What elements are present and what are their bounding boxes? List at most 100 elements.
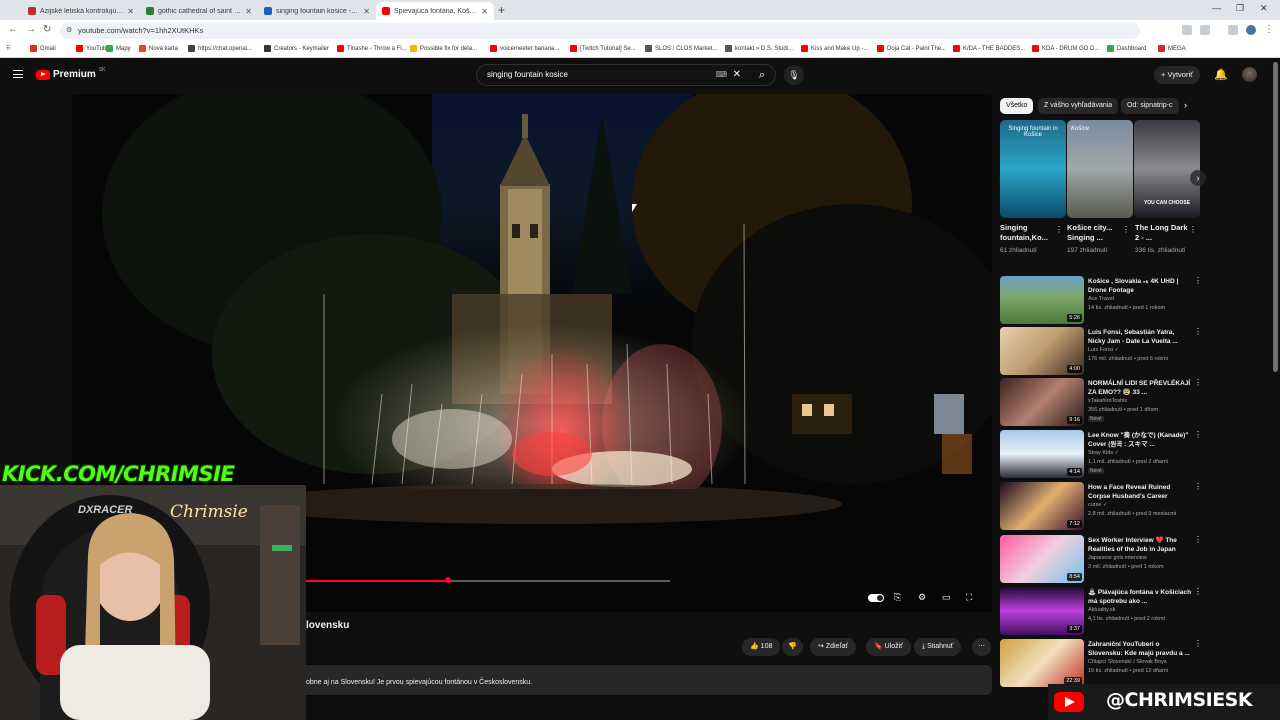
video-menu-icon[interactable]: ⋮ bbox=[1194, 482, 1202, 491]
channel-name[interactable]: Ace Travel bbox=[1088, 296, 1192, 302]
forward-icon[interactable]: → bbox=[26, 24, 36, 35]
subtitles-icon[interactable]: ⎘ bbox=[894, 592, 901, 603]
tab-close-icon[interactable]: ✕ bbox=[363, 7, 370, 16]
create-button[interactable]: + Vytvoriť bbox=[1154, 66, 1200, 84]
maximize-icon[interactable]: ❐ bbox=[1236, 3, 1244, 14]
recommended-video[interactable]: 8:54 Sex Worker Interview ❤️ The Realitie… bbox=[1000, 535, 1202, 583]
fullscreen-icon[interactable]: ⛶ bbox=[966, 592, 972, 603]
bookmark-item[interactable]: K/DA - THE BADDES... bbox=[953, 45, 1025, 52]
channel-name[interactable]: curse ✓ bbox=[1088, 502, 1192, 508]
autoplay-toggle[interactable] bbox=[868, 594, 884, 602]
bookmark-item[interactable]: YouTube bbox=[76, 45, 110, 52]
video-title[interactable]: Lee Know "奏 (かなで) (Kanade)" Cover (원곡 : … bbox=[1088, 431, 1192, 449]
channel-name[interactable]: Aktuality.sk bbox=[1088, 607, 1192, 613]
channel-name[interactable]: Stray Kids ✓ bbox=[1088, 450, 1192, 456]
bookmark-item[interactable]: MEGA bbox=[1158, 45, 1186, 52]
video-menu-icon[interactable]: ⋮ bbox=[1194, 587, 1202, 596]
extension-icon[interactable] bbox=[1182, 25, 1192, 35]
short-menu-icon[interactable]: ⋮ bbox=[1122, 225, 1130, 234]
page-scrollbar[interactable] bbox=[1273, 62, 1278, 372]
chip-from-channel[interactable]: Od: sipnatrip-c bbox=[1121, 98, 1179, 114]
bookmark-item[interactable]: SLOS / CLOS Market... bbox=[645, 45, 717, 52]
extension-icon[interactable] bbox=[1200, 25, 1210, 35]
minimize-icon[interactable]: — bbox=[1212, 3, 1221, 13]
short-title[interactable]: Singing fountain,Ko... bbox=[1000, 223, 1056, 243]
bookmark-item[interactable]: https://chat.openai... bbox=[188, 45, 252, 52]
short-title[interactable]: The Long Dark 2 - ... bbox=[1135, 223, 1191, 243]
video-title[interactable]: Sex Worker Interview ❤️ The Realities of… bbox=[1088, 536, 1192, 554]
progress-bar[interactable] bbox=[306, 577, 670, 583]
video-thumbnail[interactable]: 7:12 bbox=[1000, 482, 1084, 530]
browser-tab-active[interactable]: Spievajúca fontána, Košice - no ✕ bbox=[376, 2, 494, 20]
channel-name[interactable]: xTakahiroToshix bbox=[1088, 398, 1192, 404]
short-thumbnail[interactable]: YOU CAN CHOOSE bbox=[1134, 120, 1200, 218]
browser-tab[interactable]: singing fountain kosice - Hľadať ✕ bbox=[258, 2, 376, 20]
bookmark-item[interactable]: Dashboard bbox=[1107, 45, 1146, 52]
keyboard-icon[interactable]: ⌨ bbox=[715, 65, 727, 85]
bookmark-item[interactable]: Tinashe - Throw a Fi... bbox=[337, 45, 407, 52]
video-thumbnail[interactable]: 9:16 bbox=[1000, 378, 1084, 426]
short-thumbnail[interactable]: Košice bbox=[1067, 120, 1133, 218]
extension-icon[interactable] bbox=[1228, 25, 1238, 35]
video-title[interactable]: Luis Fonsi, Sebastián Yatra, Nicky Jam -… bbox=[1088, 328, 1192, 346]
microphone-icon[interactable]: 🎙 bbox=[784, 65, 804, 85]
bookmark-item[interactable]: Possible fix for dela... bbox=[410, 45, 477, 52]
search-input[interactable]: singing fountain kosice ⌨ ✕ ⌕ bbox=[476, 64, 776, 86]
channel-name[interactable]: Luis Fonsi ✓ bbox=[1088, 347, 1192, 353]
bookmark-item[interactable]: Mapy bbox=[106, 45, 131, 52]
short-thumbnail[interactable]: Singing fountain in Košice bbox=[1000, 120, 1066, 218]
video-thumbnail[interactable]: 22:39 bbox=[1000, 639, 1084, 687]
video-thumbnail[interactable]: 4:14 bbox=[1000, 430, 1084, 478]
browser-tab[interactable]: Ázijské letiská kontrolujú cestu ✕ bbox=[22, 2, 140, 20]
video-menu-icon[interactable]: ⋮ bbox=[1194, 639, 1202, 648]
bookmark-item[interactable]: voicemeeter banana... bbox=[490, 45, 559, 52]
bookmark-item[interactable]: KDA - DRUM GO D... bbox=[1032, 45, 1099, 52]
bookmark-item[interactable]: Doja Cat - Paint The... bbox=[877, 45, 946, 52]
search-icon[interactable]: ⌕ bbox=[759, 65, 765, 85]
progress-scrubber[interactable] bbox=[444, 577, 451, 583]
bookmark-item[interactable]: kontakt » D.S. Studi... bbox=[725, 45, 793, 52]
back-icon[interactable]: ← bbox=[8, 24, 18, 35]
channel-name[interactable]: Chlapci Slovenskí / Slovak Boys bbox=[1088, 659, 1192, 665]
settings-icon[interactable]: ⚙ bbox=[918, 592, 926, 603]
apps-grid-icon[interactable]: ⠿ bbox=[6, 45, 10, 52]
short-menu-icon[interactable]: ⋮ bbox=[1189, 225, 1197, 234]
recommended-video[interactable]: 5:26 Košice , Slovakia ₅ₖ 4K UHD | Drone … bbox=[1000, 276, 1202, 324]
reload-icon[interactable]: ↻ bbox=[43, 24, 51, 35]
bookmark-item[interactable]: [Twitch Tutorial] Se... bbox=[570, 45, 636, 52]
save-button[interactable]: 🔖 Uložiť bbox=[866, 638, 911, 656]
clear-search-icon[interactable]: ✕ bbox=[733, 65, 741, 85]
bookmark-item[interactable]: Nová karta bbox=[139, 45, 178, 52]
video-thumbnail[interactable]: 3:37 bbox=[1000, 587, 1084, 635]
video-title[interactable]: How a Face Reveal Ruined Corpse Husband'… bbox=[1088, 483, 1192, 501]
video-menu-icon[interactable]: ⋮ bbox=[1194, 535, 1202, 544]
video-menu-icon[interactable]: ⋮ bbox=[1194, 327, 1202, 336]
bookmark-item[interactable]: Gmail bbox=[30, 45, 56, 52]
video-thumbnail[interactable]: 5:26 bbox=[1000, 276, 1084, 324]
video-menu-icon[interactable]: ⋮ bbox=[1194, 378, 1202, 387]
tab-close-icon[interactable]: ✕ bbox=[481, 7, 488, 16]
recommended-video[interactable]: 7:12 How a Face Reveal Ruined Corpse Husb… bbox=[1000, 482, 1202, 530]
site-info-icon[interactable]: ⚙ bbox=[66, 23, 72, 39]
share-button[interactable]: ↪ Zdieľať bbox=[810, 638, 857, 656]
recommended-video[interactable]: 4:14 Lee Know "奏 (かなで) (Kanade)" Cover (원… bbox=[1000, 430, 1202, 478]
video-title[interactable]: Zahraniční YouTuberi o Slovensku: Kde ma… bbox=[1088, 640, 1192, 658]
close-window-icon[interactable]: ✕ bbox=[1260, 3, 1268, 14]
like-button[interactable]: 👍 108 bbox=[742, 638, 781, 656]
video-thumbnail[interactable]: 8:54 bbox=[1000, 535, 1084, 583]
video-menu-icon[interactable]: ⋮ bbox=[1194, 430, 1202, 439]
new-tab-icon[interactable]: + bbox=[498, 3, 505, 17]
bookmark-item[interactable]: Creators - Keymailer bbox=[264, 45, 329, 52]
channel-name[interactable]: Japanese girls interview bbox=[1088, 555, 1192, 561]
profile-icon[interactable] bbox=[1246, 25, 1256, 35]
short-title[interactable]: Košice city... Singing ... bbox=[1067, 223, 1123, 243]
browser-tab[interactable]: gothic cathedral of saint elizab ✕ bbox=[140, 2, 258, 20]
video-title[interactable]: NORMÁLNÍ LIDI SE PŘEVLÉKAJÍ ZA EMO?? 😰 3… bbox=[1088, 379, 1192, 397]
notifications-icon[interactable]: 🔔 bbox=[1214, 68, 1228, 81]
video-menu-icon[interactable]: ⋮ bbox=[1194, 276, 1202, 285]
video-title[interactable]: ⛲ Plávajúca fontána v Košiciach má spotr… bbox=[1088, 588, 1192, 606]
recommended-video[interactable]: 4:00 Luis Fonsi, Sebastián Yatra, Nicky J… bbox=[1000, 327, 1202, 375]
chip-all[interactable]: Všetko bbox=[1000, 98, 1034, 114]
menu-kebab-icon[interactable]: ⋮ bbox=[1264, 24, 1274, 35]
menu-icon[interactable] bbox=[13, 70, 23, 78]
